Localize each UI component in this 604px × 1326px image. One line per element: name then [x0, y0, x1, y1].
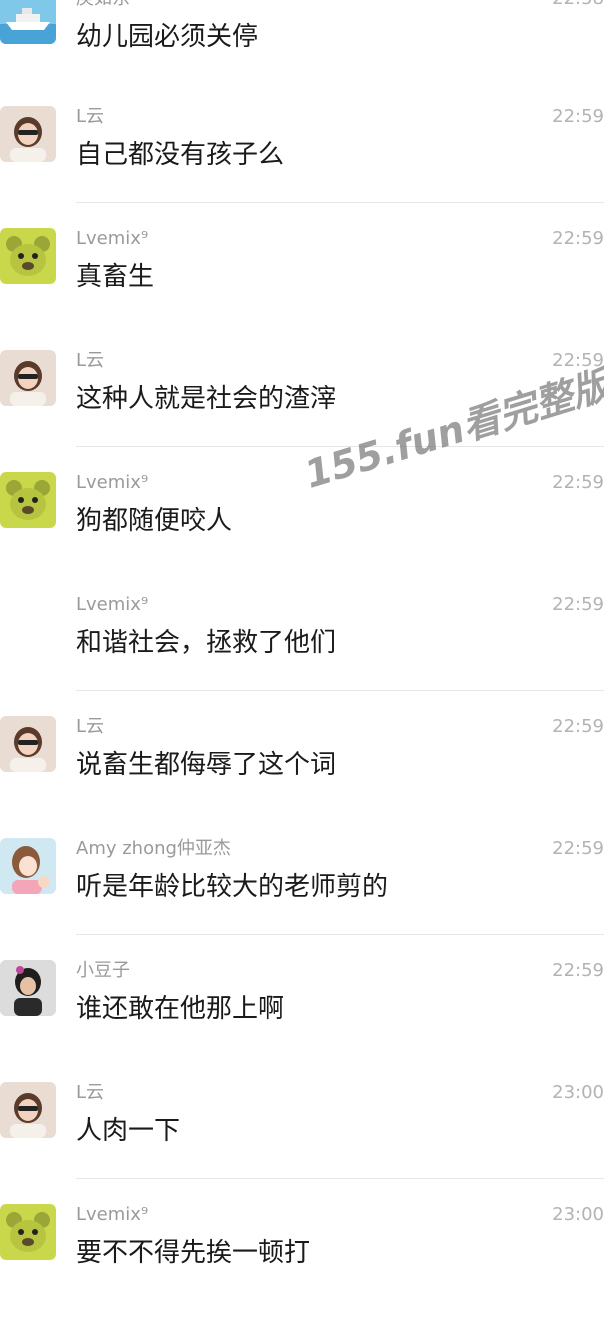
message-time: 22:59	[552, 472, 604, 493]
chat-message[interactable]: 庚如东 22:58 幼儿园必须关停	[0, 0, 604, 110]
message-time: 22:59	[552, 960, 604, 981]
chat-message[interactable]: Lvemix⁹ 22:59 真畜生	[0, 228, 604, 350]
sender-name: L云	[76, 1082, 105, 1103]
sender-name: L云	[76, 106, 105, 127]
message-time: 23:00	[552, 1082, 604, 1103]
chat-message[interactable]: L云 23:00 人肉一下	[0, 1082, 604, 1204]
bear-avatar[interactable]	[0, 1204, 56, 1260]
message-divider	[76, 202, 604, 203]
girl-avatar[interactable]	[0, 1082, 56, 1138]
message-time: 22:59	[552, 716, 604, 737]
message-time: 22:59	[552, 838, 604, 859]
chat-message[interactable]: Lvemix⁹ 22:59 狗都随便咬人	[0, 472, 604, 594]
message-text: 谁还敢在他那上啊	[76, 994, 285, 1024]
chat-message[interactable]: 小豆子 22:59 谁还敢在他那上啊	[0, 960, 604, 1082]
chat-message[interactable]: L云 22:59 说畜生都侮辱了这个词	[0, 716, 604, 838]
girl-avatar[interactable]	[0, 716, 56, 772]
chat-message[interactable]: Lvemix⁹ 22:59 和谐社会，拯救了他们	[0, 594, 604, 716]
bear-avatar[interactable]	[0, 472, 56, 528]
chat-message[interactable]: Amy zhong仲亚杰 22:59 听是年龄比较大的老师剪的	[0, 838, 604, 960]
message-text: 听是年龄比较大的老师剪的	[76, 872, 389, 902]
message-text: 人肉一下	[76, 1116, 181, 1146]
message-text: 狗都随便咬人	[76, 506, 233, 536]
message-text: 自己都没有孩子么	[76, 140, 285, 170]
sender-name: L云	[76, 350, 105, 371]
message-time: 22:59	[552, 228, 604, 249]
message-time: 22:59	[552, 106, 604, 127]
message-time: 23:00	[552, 1204, 604, 1225]
message-text: 这种人就是社会的渣滓	[76, 384, 337, 414]
message-text: 和谐社会，拯救了他们	[76, 628, 337, 658]
message-text: 幼儿园必须关停	[76, 22, 259, 52]
woman-avatar[interactable]	[0, 960, 56, 1016]
chat-message[interactable]: L云 22:59 自己都没有孩子么	[0, 106, 604, 228]
message-time: 22:58	[552, 0, 604, 10]
sender-name: Lvemix⁹	[76, 472, 149, 493]
ship-avatar[interactable]	[0, 0, 56, 44]
sender-name: 庚如东	[76, 0, 130, 10]
sender-name: Amy zhong仲亚杰	[76, 838, 231, 859]
sender-name: L云	[76, 716, 105, 737]
chat-message[interactable]: Lvemix⁹ 23:00 要不不得先挨一顿打	[0, 1204, 604, 1326]
message-divider	[76, 934, 604, 935]
sender-name: Lvemix⁹	[76, 1204, 149, 1225]
girl-avatar[interactable]	[0, 106, 56, 162]
message-divider	[76, 690, 604, 691]
sender-name: 小豆子	[76, 960, 130, 981]
cartoon-woman-avatar[interactable]	[0, 838, 56, 894]
message-time: 22:59	[552, 594, 604, 615]
message-divider	[76, 1178, 604, 1179]
bear-avatar[interactable]	[0, 228, 56, 284]
message-text: 真畜生	[76, 262, 155, 292]
girl-avatar[interactable]	[0, 350, 56, 406]
message-text: 要不不得先挨一顿打	[76, 1238, 311, 1268]
message-text: 说畜生都侮辱了这个词	[76, 750, 337, 780]
sender-name: Lvemix⁹	[76, 228, 149, 249]
sender-name: Lvemix⁹	[76, 594, 149, 615]
